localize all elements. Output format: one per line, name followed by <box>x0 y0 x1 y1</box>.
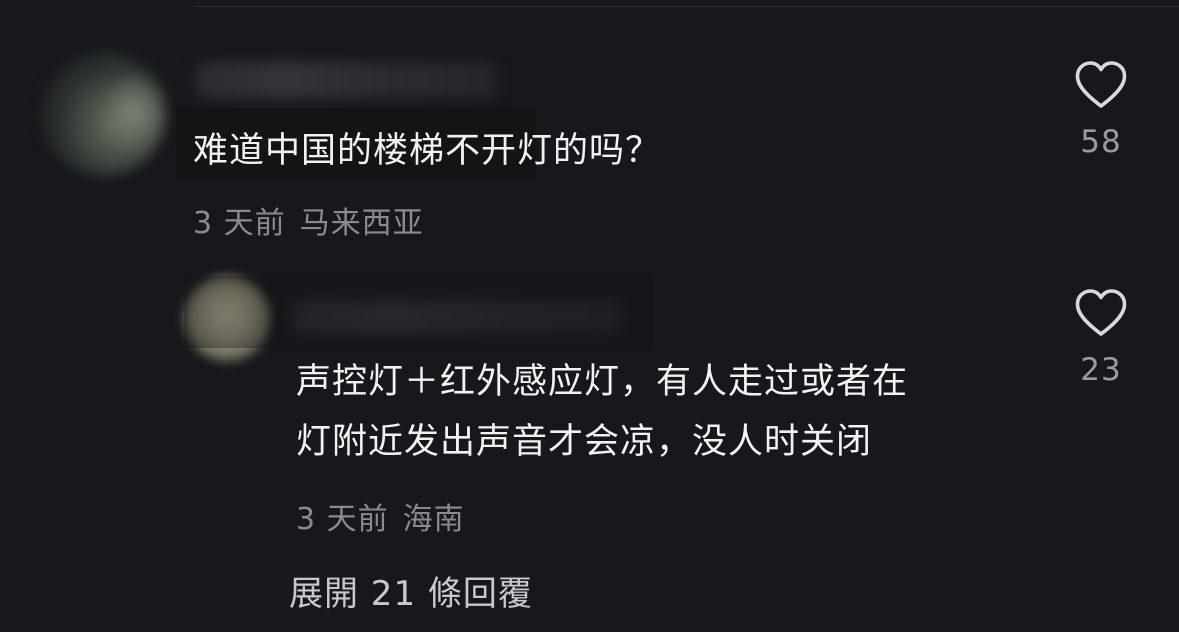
divider <box>193 6 1179 7</box>
comment-location: 马来西亚 <box>299 206 424 241</box>
reply-header-backdrop <box>184 276 654 348</box>
comment-location: 海南 <box>402 502 465 537</box>
avatar-highlight <box>108 78 160 148</box>
comment-text[interactable]: 难道中国的楼梯不开灯的吗？ <box>193 124 661 178</box>
like-button[interactable]: 23 <box>1071 288 1131 388</box>
comment-time: 3 天前 <box>193 206 286 241</box>
comment-meta: 3 天前 海南 <box>296 494 465 538</box>
like-count: 58 <box>1080 124 1122 160</box>
comment-text[interactable]: 声控灯＋红外感应灯，有人走过或者在 灯附近发出声音才会凉，没人时关闭 <box>296 352 1036 472</box>
comment-text-line: 声控灯＋红外感应灯，有人走过或者在 <box>296 362 909 402</box>
like-count: 23 <box>1080 352 1122 388</box>
heart-outline-icon[interactable] <box>1074 288 1128 338</box>
heart-outline-icon[interactable] <box>1074 60 1128 110</box>
username-redacted[interactable] <box>196 62 496 98</box>
expand-replies-button[interactable]: 展開 21 條回覆 <box>289 566 533 615</box>
comment-text-line: 灯附近发出声音才会凉，没人时关闭 <box>296 422 873 462</box>
comments-panel: 难道中国的楼梯不开灯的吗？ 3 天前 马来西亚 58 声控灯＋红外感应灯，有人走过… <box>0 0 1179 632</box>
like-button[interactable]: 58 <box>1071 60 1131 160</box>
comment-time: 3 天前 <box>296 502 389 537</box>
comment-meta: 3 天前 马来西亚 <box>193 198 424 242</box>
